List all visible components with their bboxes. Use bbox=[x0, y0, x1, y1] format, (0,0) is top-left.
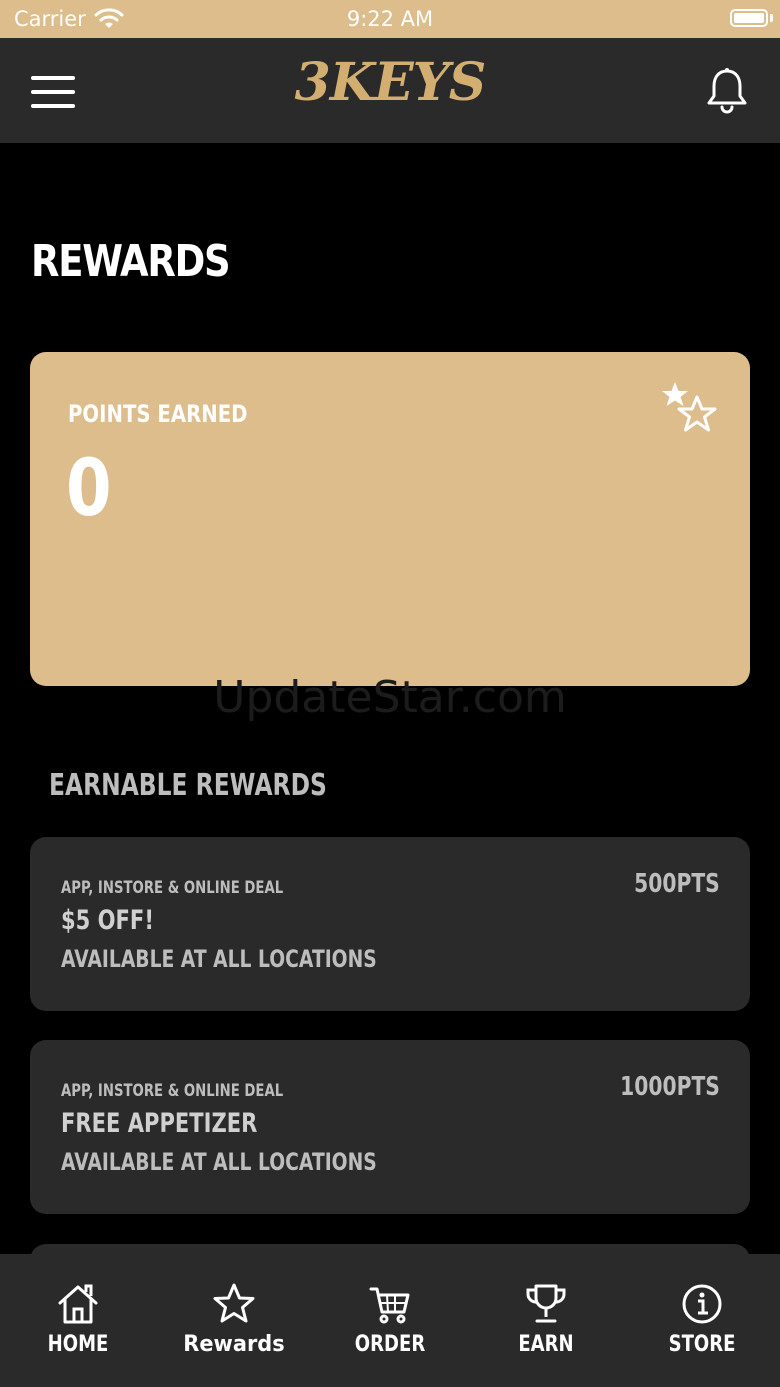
reward-availability: AVAILABLE AT ALL LOCATIONS bbox=[61, 1148, 377, 1176]
status-bar: Carrier 9:22 AM bbox=[0, 0, 780, 38]
page-title: REWARDS bbox=[31, 236, 231, 287]
tab-earn[interactable]: EARN bbox=[468, 1254, 624, 1387]
home-icon bbox=[58, 1284, 98, 1324]
reward-name: $5 OFF! bbox=[61, 905, 154, 936]
battery-tip bbox=[770, 14, 773, 22]
reward-availability: AVAILABLE AT ALL LOCATIONS bbox=[61, 945, 377, 973]
status-time: 9:22 AM bbox=[346, 7, 434, 31]
brand-logo: 3KEYS bbox=[294, 52, 487, 113]
tab-order[interactable]: ORDER bbox=[312, 1254, 468, 1387]
tab-home[interactable]: HOME bbox=[0, 1254, 156, 1387]
tab-label: ORDER bbox=[354, 1332, 426, 1357]
star-icon bbox=[213, 1283, 255, 1323]
reward-points: 500PTS bbox=[634, 869, 720, 899]
earnable-rewards-title: EARNABLE REWARDS bbox=[49, 768, 327, 803]
tab-label: HOME bbox=[47, 1332, 109, 1357]
reward-name: FREE APPETIZER bbox=[61, 1108, 258, 1139]
reward-card[interactable]: APP, INSTORE & ONLINE DEAL FREE APPETIZE… bbox=[30, 1040, 750, 1214]
bottom-tab-bar: HOME Rewards ORDER EARN STORE bbox=[0, 1254, 780, 1387]
reward-deal-type: APP, INSTORE & ONLINE DEAL bbox=[61, 878, 284, 898]
trophy-icon bbox=[526, 1284, 566, 1323]
watermark: UpdateStar.com bbox=[213, 672, 567, 723]
tab-label: STORE bbox=[668, 1332, 736, 1357]
points-earned-value: 0 bbox=[66, 444, 112, 534]
info-icon bbox=[682, 1284, 722, 1324]
stars-icon bbox=[662, 382, 717, 432]
tab-label: EARN bbox=[518, 1332, 574, 1357]
tab-store[interactable]: STORE bbox=[624, 1254, 780, 1387]
tab-rewards[interactable]: Rewards bbox=[156, 1254, 312, 1387]
cart-icon bbox=[369, 1287, 410, 1324]
tab-label: Rewards bbox=[183, 1332, 285, 1357]
top-nav-bar: 3KEYS bbox=[0, 38, 780, 143]
bell-icon[interactable] bbox=[705, 66, 749, 114]
points-card: POINTS EARNED 0 bbox=[30, 352, 750, 686]
reward-points: 1000PTS bbox=[620, 1072, 720, 1102]
reward-deal-type: APP, INSTORE & ONLINE DEAL bbox=[61, 1081, 284, 1101]
reward-card[interactable]: APP, INSTORE & ONLINE DEAL $5 OFF! AVAIL… bbox=[30, 837, 750, 1011]
battery-icon bbox=[730, 9, 768, 27]
points-earned-label: POINTS EARNED bbox=[68, 400, 248, 428]
